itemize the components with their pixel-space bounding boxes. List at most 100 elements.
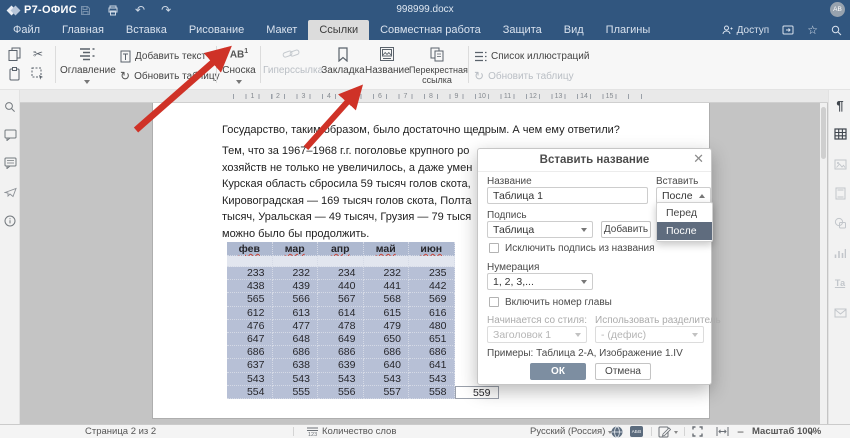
table-settings-icon[interactable] xyxy=(833,127,847,141)
table-cell[interactable]: 567 xyxy=(318,293,364,306)
table-cell[interactable]: 651 xyxy=(409,333,455,346)
table-cell[interactable]: 476 xyxy=(227,320,273,333)
tab-protection[interactable]: Защита xyxy=(492,20,553,40)
shape-settings-icon[interactable] xyxy=(833,216,847,230)
table-cell[interactable]: 439 xyxy=(273,280,319,293)
table-cell[interactable]: 235 xyxy=(409,267,455,280)
table-cell[interactable] xyxy=(273,256,319,267)
table-cell[interactable]: 637 xyxy=(227,359,273,372)
track-changes-button[interactable] xyxy=(658,425,678,438)
dialog-title[interactable]: Вставить название xyxy=(478,149,711,172)
tab-layout[interactable]: Макет xyxy=(255,20,308,40)
vertical-scrollbar[interactable] xyxy=(820,103,827,424)
table-cell[interactable]: 543 xyxy=(273,373,319,386)
close-icon[interactable]: ✕ xyxy=(693,152,704,165)
table-cell[interactable]: 568 xyxy=(364,293,410,306)
language-selector[interactable]: Русский (Россия) xyxy=(530,425,612,438)
comments-panel-icon[interactable] xyxy=(3,128,17,142)
undo-icon[interactable]: ↶ xyxy=(135,4,145,16)
table-cell[interactable] xyxy=(318,256,364,267)
table-cell[interactable]: 556 xyxy=(318,386,364,399)
table-cell[interactable]: 686 xyxy=(409,346,455,359)
tab-file[interactable]: Файл xyxy=(2,20,51,40)
footnote-button[interactable]: АВ1 Сноска xyxy=(220,44,258,86)
table-cell[interactable]: 232 xyxy=(364,267,410,280)
update-table-button[interactable]: ↻ Обновить таблицу xyxy=(120,67,220,85)
chart-settings-icon[interactable] xyxy=(833,246,847,260)
table-cell[interactable]: 616 xyxy=(409,307,455,320)
table-cell[interactable]: 648 xyxy=(273,333,319,346)
table-cell[interactable]: 232 xyxy=(273,267,319,280)
scrollbar-thumb[interactable] xyxy=(821,107,826,159)
table-cell[interactable]: 614 xyxy=(318,307,364,320)
fit-width-button[interactable] xyxy=(716,425,729,438)
page-indicator[interactable]: Страница 2 из 2 xyxy=(85,425,156,438)
add-label-button[interactable]: Добавить xyxy=(601,221,651,238)
table-cell[interactable]: 479 xyxy=(364,320,410,333)
table-cell[interactable]: 566 xyxy=(273,293,319,306)
select-all-button[interactable] xyxy=(29,65,47,83)
table-of-figures-button[interactable]: Список иллюстраций xyxy=(474,47,589,65)
ok-button[interactable]: ОК xyxy=(530,363,586,380)
table-cell[interactable]: апр xyxy=(318,242,364,256)
mail-merge-settings-icon[interactable] xyxy=(833,306,847,320)
table-cell[interactable]: 612 xyxy=(227,307,273,320)
text-art-settings-icon[interactable]: Та xyxy=(833,276,847,290)
image-settings-icon[interactable] xyxy=(833,157,847,171)
label-combo[interactable]: Таблица xyxy=(487,221,593,238)
table-cell[interactable]: 558 xyxy=(409,386,455,399)
user-avatar[interactable]: АВ xyxy=(830,2,845,17)
table-cell[interactable]: фев xyxy=(227,242,273,256)
table-cell[interactable]: 647 xyxy=(227,333,273,346)
table-cell[interactable]: 543 xyxy=(227,373,273,386)
about-icon[interactable] xyxy=(3,214,17,228)
table-cell[interactable]: 638 xyxy=(273,359,319,372)
table-cell[interactable]: 569 xyxy=(409,293,455,306)
table-cell[interactable]: 234 xyxy=(318,267,364,280)
ruler[interactable]: 123456789101112131415 xyxy=(20,90,828,103)
paste-button[interactable] xyxy=(5,65,23,83)
redo-icon[interactable]: ↷ xyxy=(161,4,171,16)
tab-view[interactable]: Вид xyxy=(553,20,595,40)
caption-button[interactable]: Название xyxy=(365,44,409,86)
table-cell[interactable] xyxy=(364,256,410,267)
table-cell[interactable]: 554 xyxy=(227,386,273,399)
table-cell[interactable]: 640 xyxy=(364,359,410,372)
print-icon[interactable] xyxy=(107,5,119,16)
navigation-panel-icon[interactable] xyxy=(3,156,17,170)
chapter-number-text[interactable]: Включить номер главы xyxy=(505,297,612,308)
table-cell[interactable]: 441 xyxy=(364,280,410,293)
fit-page-button[interactable] xyxy=(692,425,703,438)
dropdown-option-before[interactable]: Перед xyxy=(657,204,712,222)
table-cell[interactable]: 557 xyxy=(364,386,410,399)
cross-reference-button[interactable]: Перекрестная ссылка xyxy=(409,44,465,86)
tab-collaboration[interactable]: Совместная работа xyxy=(369,20,492,40)
exclude-label-text[interactable]: Исключить подпись из названия xyxy=(505,243,655,254)
save-icon[interactable] xyxy=(80,5,91,16)
paragraph-settings-icon[interactable]: ¶ xyxy=(833,98,847,112)
favorites-star-icon[interactable]: ☆ xyxy=(807,24,818,36)
table-cell[interactable]: 543 xyxy=(409,373,455,386)
table-cell[interactable]: 686 xyxy=(273,346,319,359)
table-cell[interactable]: 650 xyxy=(364,333,410,346)
caption-name-input[interactable] xyxy=(487,187,648,204)
table-cell[interactable]: июн xyxy=(409,242,455,256)
spell-checking-icon[interactable]: АБВ xyxy=(630,425,643,438)
search-panel-icon[interactable] xyxy=(3,100,17,114)
header-footer-settings-icon[interactable] xyxy=(833,186,847,200)
table-cell[interactable]: 686 xyxy=(364,346,410,359)
table-cell[interactable]: 641 xyxy=(409,359,455,372)
tab-draw[interactable]: Рисование xyxy=(178,20,255,40)
table-cell[interactable]: май xyxy=(364,242,410,256)
table-cell[interactable]: 543 xyxy=(364,373,410,386)
copy-button[interactable] xyxy=(5,45,23,63)
zoom-out-button[interactable]: − xyxy=(737,425,744,438)
tab-insert[interactable]: Вставка xyxy=(115,20,178,40)
search-icon[interactable] xyxy=(831,25,842,36)
cancel-button[interactable]: Отмена xyxy=(595,363,651,380)
feedback-icon[interactable] xyxy=(3,185,17,199)
document-language-icon[interactable] xyxy=(611,425,623,438)
tab-plugins[interactable]: Плагины xyxy=(595,20,662,40)
dropdown-option-after[interactable]: После xyxy=(657,222,712,240)
bookmark-button[interactable]: Закладка xyxy=(321,44,365,86)
